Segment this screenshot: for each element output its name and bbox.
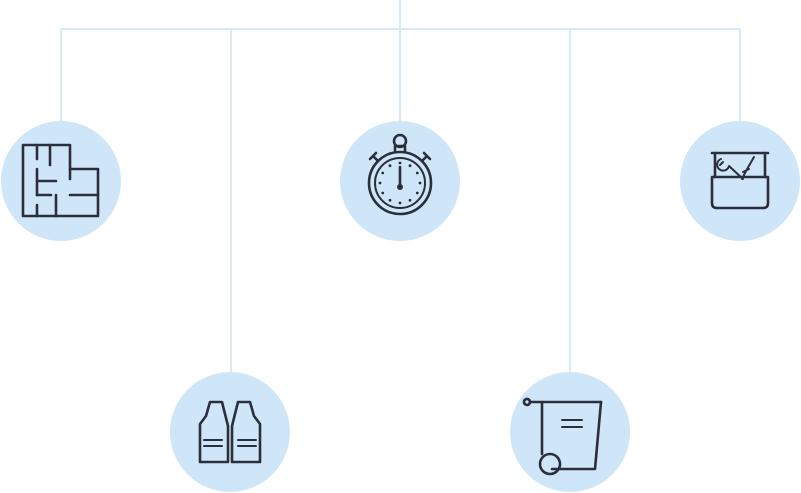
node-bubble	[1, 121, 121, 241]
node-safety-vest	[170, 372, 290, 492]
node-bubble	[680, 121, 800, 241]
node-stopwatch	[340, 121, 460, 241]
node-waste-bin	[510, 372, 630, 492]
node-bubble	[510, 372, 630, 492]
hierarchy-diagram	[1, 0, 800, 492]
node-bubble	[170, 372, 290, 492]
node-toolbox	[680, 121, 800, 241]
node-floor-plan	[1, 121, 121, 241]
